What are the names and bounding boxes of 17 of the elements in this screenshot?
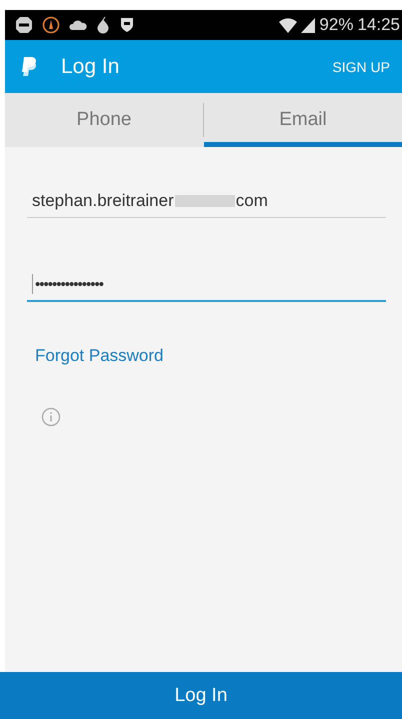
adblock-icon <box>15 16 33 34</box>
wifi-icon <box>279 18 298 32</box>
clock-time: 14:25 <box>357 15 400 35</box>
cloud-icon <box>69 19 87 31</box>
info-icon[interactable] <box>41 407 61 427</box>
log-in-button[interactable]: Log In <box>0 672 402 719</box>
tab[interactable]: Phone <box>5 93 203 147</box>
signal-icon <box>301 18 316 32</box>
sign-up-button[interactable]: SIGN UP <box>332 58 390 74</box>
battery-percent: 92% <box>319 15 354 35</box>
email-field[interactable]: stephan.breitrainer com <box>27 191 386 218</box>
password-field[interactable]: •••••••••••••••• <box>27 274 386 302</box>
paypal-logo-icon <box>19 56 39 78</box>
forgot-password-link[interactable]: Forgot Password <box>35 346 164 366</box>
app-title: Log In <box>61 54 120 78</box>
shield-icon <box>119 16 135 34</box>
pear-icon <box>96 16 110 34</box>
